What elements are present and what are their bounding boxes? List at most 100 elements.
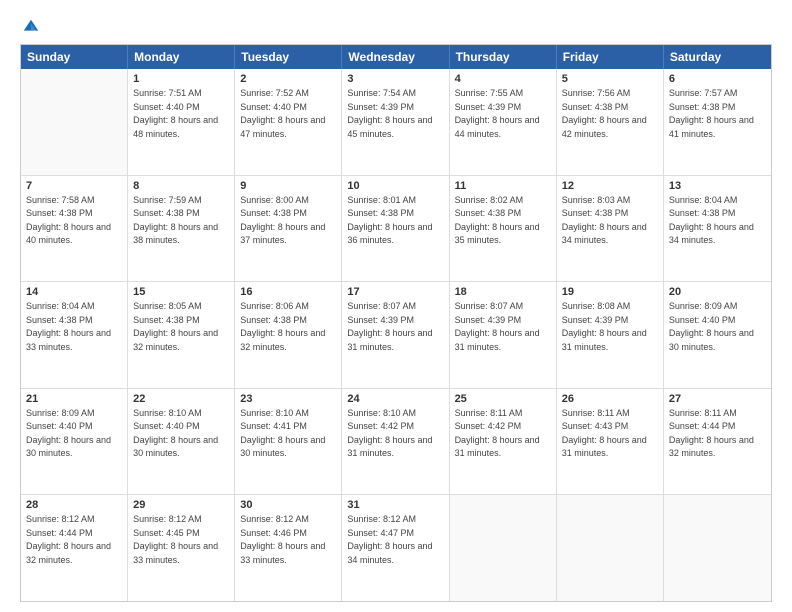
header-day-sunday: Sunday [21,45,128,69]
day-number: 6 [669,73,766,85]
day-info: Sunrise: 8:07 AMSunset: 4:39 PMDaylight:… [347,300,443,354]
calendar-week-4: 21Sunrise: 8:09 AMSunset: 4:40 PMDayligh… [21,389,771,496]
calendar-cell: 4Sunrise: 7:55 AMSunset: 4:39 PMDaylight… [450,69,557,175]
calendar-cell: 27 Sunrise: 8:11 AMSunset: 4:44 PMDayligh… [664,389,771,495]
day-number: 13 [669,180,766,192]
calendar-cell: 19Sunrise: 8:08 AMSunset: 4:39 PMDayligh… [557,282,664,388]
day-info: Sunrise: 8:09 AMSunset: 4:40 PMDaylight:… [26,407,122,461]
day-number: 14 [26,286,122,298]
calendar-cell: 29 Sunrise: 8:12 AMSunset: 4:45 PMDayligh… [128,495,235,601]
day-info: Sunrise: 8:10 AMSunset: 4:40 PMDaylight:… [133,407,229,461]
day-info: Sunrise: 7:59 AMSunset: 4:38 PMDaylight:… [133,194,229,248]
day-number: 5 [562,73,658,85]
calendar-cell: 30 Sunrise: 8:12 AMSunset: 4:46 PMDayligh… [235,495,342,601]
day-number: 26 [562,393,658,405]
day-info: Sunrise: 8:12 AMSunset: 4:46 PMDaylight:… [240,513,336,567]
calendar-cell: 26 Sunrise: 8:11 AMSunset: 4:43 PMDayligh… [557,389,664,495]
day-number: 17 [347,286,443,298]
day-number: 30 [240,499,336,511]
day-number: 28 [26,499,122,511]
day-info: Sunrise: 7:54 AMSunset: 4:39 PMDaylight:… [347,87,443,141]
day-info: Sunrise: 7:55 AMSunset: 4:39 PMDaylight:… [455,87,551,141]
day-number: 2 [240,73,336,85]
day-number: 23 [240,393,336,405]
day-info: Sunrise: 8:12 AMSunset: 4:47 PMDaylight:… [347,513,443,567]
day-info: Sunrise: 8:11 AMSunset: 4:43 PMDaylight:… [562,407,658,461]
calendar-cell: 16 Sunrise: 8:06 AMSunset: 4:38 PMDayligh… [235,282,342,388]
day-number: 1 [133,73,229,85]
header-day-monday: Monday [128,45,235,69]
calendar-cell: 2 Sunrise: 7:52 AMSunset: 4:40 PMDaylight… [235,69,342,175]
day-info: Sunrise: 7:52 AMSunset: 4:40 PMDaylight:… [240,87,336,141]
day-number: 9 [240,180,336,192]
calendar-cell [450,495,557,601]
calendar-cell: 23 Sunrise: 8:10 AMSunset: 4:41 PMDayligh… [235,389,342,495]
calendar-cell: 8 Sunrise: 7:59 AMSunset: 4:38 PMDaylight… [128,176,235,282]
calendar-cell: 11 Sunrise: 8:02 AMSunset: 4:38 PMDayligh… [450,176,557,282]
calendar-cell: 18 Sunrise: 8:07 AMSunset: 4:39 PMDayligh… [450,282,557,388]
day-info: Sunrise: 8:00 AMSunset: 4:38 PMDaylight:… [240,194,336,248]
day-number: 31 [347,499,443,511]
calendar-cell: 1 Sunrise: 7:51 AMSunset: 4:40 PMDaylight… [128,69,235,175]
day-number: 3 [347,73,443,85]
day-info: Sunrise: 8:11 AMSunset: 4:44 PMDaylight:… [669,407,766,461]
calendar-cell: 22 Sunrise: 8:10 AMSunset: 4:40 PMDayligh… [128,389,235,495]
day-number: 22 [133,393,229,405]
logo [20,18,40,36]
day-number: 24 [347,393,443,405]
day-number: 19 [562,286,658,298]
calendar-header-row: SundayMondayTuesdayWednesdayThursdayFrid… [21,45,771,69]
calendar-cell: 10Sunrise: 8:01 AMSunset: 4:38 PMDayligh… [342,176,449,282]
calendar-cell: 6Sunrise: 7:57 AMSunset: 4:38 PMDaylight… [664,69,771,175]
day-number: 20 [669,286,766,298]
day-number: 7 [26,180,122,192]
day-info: Sunrise: 8:10 AMSunset: 4:42 PMDaylight:… [347,407,443,461]
calendar-cell: 17 Sunrise: 8:07 AMSunset: 4:39 PMDayligh… [342,282,449,388]
calendar-cell: 20Sunrise: 8:09 AMSunset: 4:40 PMDayligh… [664,282,771,388]
calendar-week-1: 1 Sunrise: 7:51 AMSunset: 4:40 PMDaylight… [21,69,771,176]
day-number: 11 [455,180,551,192]
day-info: Sunrise: 7:58 AMSunset: 4:38 PMDaylight:… [26,194,122,248]
day-number: 10 [347,180,443,192]
day-info: Sunrise: 7:51 AMSunset: 4:40 PMDaylight:… [133,87,229,141]
day-info: Sunrise: 8:12 AMSunset: 4:45 PMDaylight:… [133,513,229,567]
day-info: Sunrise: 8:12 AMSunset: 4:44 PMDaylight:… [26,513,122,567]
calendar-cell: 14 Sunrise: 8:04 AMSunset: 4:38 PMDayligh… [21,282,128,388]
calendar-page: SundayMondayTuesdayWednesdayThursdayFrid… [0,0,792,612]
day-info: Sunrise: 8:11 AMSunset: 4:42 PMDaylight:… [455,407,551,461]
calendar-cell: 9 Sunrise: 8:00 AMSunset: 4:38 PMDaylight… [235,176,342,282]
day-number: 27 [669,393,766,405]
calendar-cell: 28 Sunrise: 8:12 AMSunset: 4:44 PMDayligh… [21,495,128,601]
day-info: Sunrise: 8:06 AMSunset: 4:38 PMDaylight:… [240,300,336,354]
day-info: Sunrise: 8:03 AMSunset: 4:38 PMDaylight:… [562,194,658,248]
calendar-cell [664,495,771,601]
day-info: Sunrise: 8:04 AMSunset: 4:38 PMDaylight:… [26,300,122,354]
calendar-body: 1 Sunrise: 7:51 AMSunset: 4:40 PMDaylight… [21,69,771,601]
calendar-week-2: 7 Sunrise: 7:58 AMSunset: 4:38 PMDaylight… [21,176,771,283]
header-day-wednesday: Wednesday [342,45,449,69]
calendar-cell: 24 Sunrise: 8:10 AMSunset: 4:42 PMDayligh… [342,389,449,495]
day-info: Sunrise: 8:04 AMSunset: 4:38 PMDaylight:… [669,194,766,248]
calendar-week-3: 14 Sunrise: 8:04 AMSunset: 4:38 PMDayligh… [21,282,771,389]
day-number: 29 [133,499,229,511]
calendar: SundayMondayTuesdayWednesdayThursdayFrid… [20,44,772,602]
calendar-cell [557,495,664,601]
calendar-cell: 31 Sunrise: 8:12 AMSunset: 4:47 PMDayligh… [342,495,449,601]
day-number: 16 [240,286,336,298]
calendar-cell: 3 Sunrise: 7:54 AMSunset: 4:39 PMDaylight… [342,69,449,175]
day-info: Sunrise: 7:56 AMSunset: 4:38 PMDaylight:… [562,87,658,141]
day-info: Sunrise: 8:02 AMSunset: 4:38 PMDaylight:… [455,194,551,248]
header-day-friday: Friday [557,45,664,69]
day-number: 8 [133,180,229,192]
calendar-week-5: 28 Sunrise: 8:12 AMSunset: 4:44 PMDayligh… [21,495,771,601]
day-number: 18 [455,286,551,298]
header [20,18,772,36]
header-day-saturday: Saturday [664,45,771,69]
calendar-cell: 21Sunrise: 8:09 AMSunset: 4:40 PMDayligh… [21,389,128,495]
day-info: Sunrise: 8:10 AMSunset: 4:41 PMDaylight:… [240,407,336,461]
day-info: Sunrise: 8:07 AMSunset: 4:39 PMDaylight:… [455,300,551,354]
calendar-cell: 15Sunrise: 8:05 AMSunset: 4:38 PMDayligh… [128,282,235,388]
calendar-cell: 7 Sunrise: 7:58 AMSunset: 4:38 PMDaylight… [21,176,128,282]
day-info: Sunrise: 8:05 AMSunset: 4:38 PMDaylight:… [133,300,229,354]
calendar-cell [21,69,128,175]
